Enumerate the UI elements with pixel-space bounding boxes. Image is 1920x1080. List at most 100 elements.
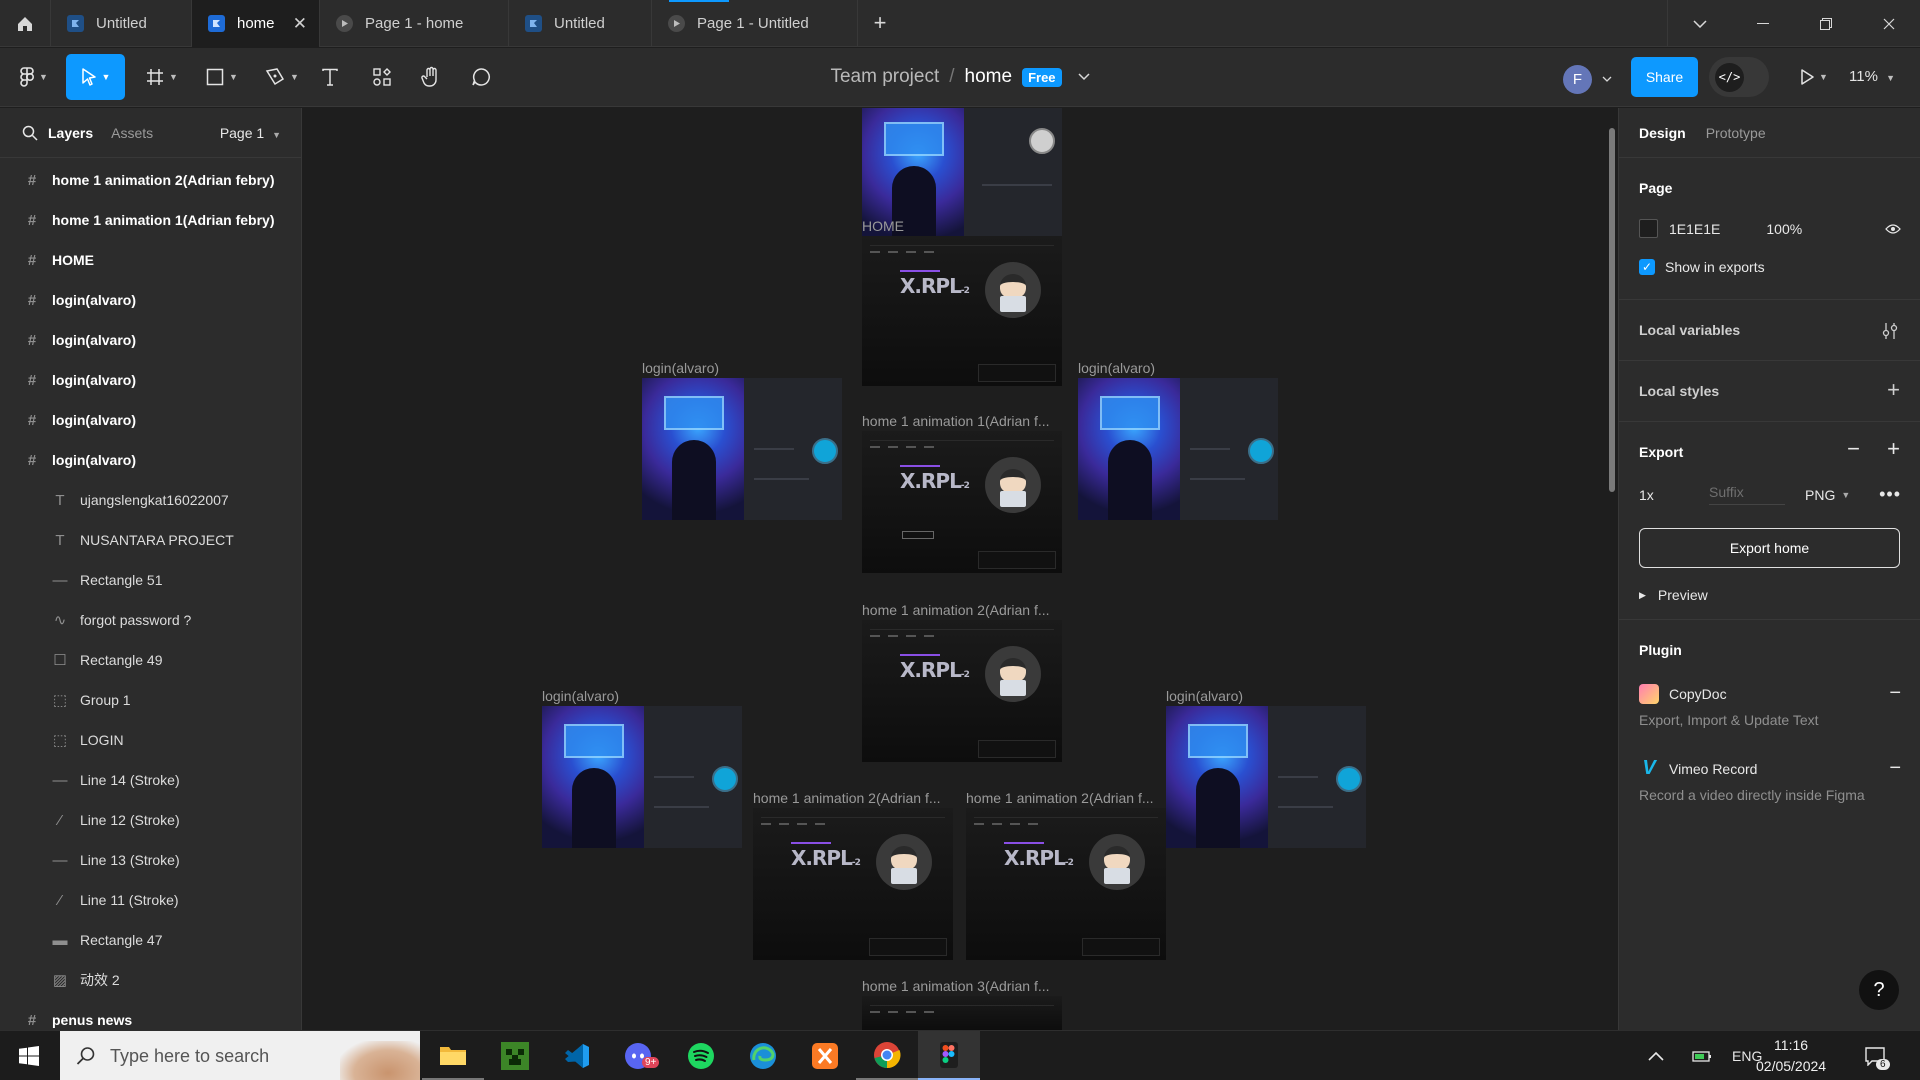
layer-item[interactable]: # home 1 animation 1(Adrian febry) bbox=[0, 200, 301, 240]
show-hidden-icons-button[interactable] bbox=[1648, 1048, 1664, 1064]
frame-home-anim-2[interactable]: X.RPL-2 bbox=[862, 620, 1062, 762]
minus-icon[interactable]: − bbox=[1847, 436, 1860, 462]
frame-tool-button[interactable]: ▼ bbox=[139, 54, 185, 100]
minimize-button[interactable] bbox=[1731, 0, 1794, 47]
taskbar-app-chrome[interactable] bbox=[856, 1031, 918, 1080]
frame-label[interactable]: login(alvaro) bbox=[542, 688, 619, 704]
layer-item[interactable]: # login(alvaro) bbox=[0, 320, 301, 360]
eye-icon[interactable] bbox=[1885, 223, 1901, 234]
taskbar-app-edge[interactable] bbox=[732, 1031, 794, 1080]
frame-home-anim-1[interactable]: X.RPL-2 bbox=[862, 431, 1062, 573]
frame-label[interactable]: home 1 animation 3(Adrian f... bbox=[862, 978, 1050, 994]
frame-label[interactable]: home 1 animation 2(Adrian f... bbox=[966, 790, 1154, 806]
page-color-hex[interactable]: 1E1E1E bbox=[1669, 221, 1720, 237]
layer-item[interactable]: # login(alvaro) bbox=[0, 280, 301, 320]
layer-item[interactable]: ⬚ LOGIN bbox=[0, 720, 301, 760]
preview-toggle[interactable]: ▶ Preview bbox=[1639, 587, 1708, 603]
system-clock[interactable]: 11:16 02/05/2024 bbox=[1756, 1035, 1826, 1077]
layer-item[interactable]: — Rectangle 51 bbox=[0, 560, 301, 600]
plugin-vimeo-record[interactable]: V Vimeo Record − bbox=[1639, 757, 1901, 780]
shape-tool-button[interactable]: ▼ bbox=[199, 54, 245, 100]
present-button[interactable]: ▼ bbox=[1794, 54, 1834, 100]
tab-page1-home[interactable]: Page 1 - home bbox=[320, 0, 509, 47]
layer-item[interactable]: — Line 13 (Stroke) bbox=[0, 840, 301, 880]
taskbar-app-file-explorer[interactable] bbox=[422, 1031, 484, 1080]
start-button[interactable] bbox=[0, 1031, 58, 1080]
plus-icon[interactable]: + bbox=[1887, 436, 1900, 462]
tab-untitled-2[interactable]: Untitled bbox=[509, 0, 729, 47]
new-tab-button[interactable]: + bbox=[858, 0, 902, 46]
search-icon[interactable] bbox=[22, 125, 38, 141]
frame-label[interactable]: home 1 animation 2(Adrian f... bbox=[862, 602, 1050, 618]
layer-item[interactable]: Tujangslengkat16022007 bbox=[0, 480, 301, 520]
restore-button[interactable] bbox=[1794, 0, 1857, 47]
help-button[interactable]: ? bbox=[1859, 970, 1899, 1010]
page-selector[interactable]: Page 1 ▼ bbox=[220, 125, 281, 141]
frame-home-anim-2-a[interactable]: X.RPL-2 bbox=[753, 808, 953, 960]
layer-item[interactable]: ⁄ Line 12 (Stroke) bbox=[0, 800, 301, 840]
tab-untitled-1[interactable]: Untitled bbox=[51, 0, 192, 47]
battery-network-icon[interactable] bbox=[1692, 1047, 1714, 1066]
frame-home[interactable]: X.RPL-2 bbox=[862, 236, 1062, 386]
frame-login-3[interactable] bbox=[542, 706, 742, 848]
text-tool-button[interactable] bbox=[318, 54, 342, 100]
plugin-copydoc[interactable]: CopyDoc − bbox=[1639, 682, 1901, 705]
local-variables-label[interactable]: Local variables bbox=[1639, 322, 1740, 338]
chevron-down-icon[interactable] bbox=[1078, 73, 1090, 81]
more-options-icon[interactable]: ••• bbox=[1879, 484, 1901, 505]
tab-design[interactable]: Design bbox=[1639, 125, 1686, 141]
layer-item[interactable]: — Line 14 (Stroke) bbox=[0, 760, 301, 800]
layer-item[interactable]: ⁄ Line 11 (Stroke) bbox=[0, 880, 301, 920]
layer-item[interactable]: # home 1 animation 2(Adrian febry) bbox=[0, 160, 301, 200]
frame-login-4[interactable] bbox=[1166, 706, 1366, 848]
export-button[interactable]: Export home bbox=[1639, 528, 1900, 568]
dev-mode-toggle[interactable]: </> bbox=[1709, 57, 1769, 97]
project-name[interactable]: Team project bbox=[830, 66, 939, 88]
taskbar-app-xampp[interactable] bbox=[794, 1031, 856, 1080]
frame-label[interactable]: home 1 animation 2(Adrian f... bbox=[753, 790, 941, 806]
export-scale[interactable]: 1x bbox=[1639, 487, 1679, 503]
home-button[interactable] bbox=[0, 0, 51, 47]
tab-page1-untitled[interactable]: Page 1 - Untitled bbox=[652, 0, 858, 47]
taskbar-app-minecraft[interactable] bbox=[484, 1031, 546, 1080]
plus-icon[interactable]: + bbox=[1887, 377, 1900, 403]
layer-item[interactable]: # login(alvaro) bbox=[0, 440, 301, 480]
taskbar-app-spotify[interactable] bbox=[670, 1031, 732, 1080]
share-button[interactable]: Share bbox=[1631, 57, 1698, 97]
export-format[interactable]: PNG bbox=[1805, 487, 1835, 503]
taskbar-app-figma[interactable] bbox=[918, 1031, 980, 1080]
hand-tool-button[interactable] bbox=[419, 54, 443, 100]
layer-item[interactable]: ▨ 动效 2 bbox=[0, 960, 301, 1000]
taskbar-app-discord[interactable]: 9+ bbox=[608, 1031, 670, 1080]
pen-tool-button[interactable]: ▼ bbox=[259, 54, 305, 100]
taskbar-app-vscode[interactable] bbox=[546, 1031, 608, 1080]
close-icon[interactable]: ✕ bbox=[279, 14, 307, 34]
frame-label[interactable]: HOME bbox=[862, 218, 904, 234]
minus-icon[interactable]: − bbox=[1889, 757, 1901, 780]
frame-label[interactable]: login(alvaro) bbox=[1166, 688, 1243, 704]
frame-login-1[interactable] bbox=[642, 378, 842, 520]
export-suffix-input[interactable]: Suffix bbox=[1709, 484, 1785, 505]
close-window-button[interactable] bbox=[1857, 0, 1920, 47]
layer-item[interactable]: T NUSANTARA PROJECT bbox=[0, 520, 301, 560]
minus-icon[interactable]: − bbox=[1889, 682, 1901, 705]
checkbox-checked-icon[interactable]: ✓ bbox=[1639, 259, 1655, 275]
layer-item[interactable]: # HOME bbox=[0, 240, 301, 280]
tab-assets[interactable]: Assets bbox=[111, 125, 153, 141]
move-tool-button[interactable]: ▼ bbox=[66, 54, 125, 100]
frame-label[interactable]: login(alvaro) bbox=[1078, 360, 1155, 376]
layer-item[interactable]: ☐ Rectangle 49 bbox=[0, 640, 301, 680]
file-name[interactable]: home bbox=[965, 66, 1013, 88]
tab-prototype[interactable]: Prototype bbox=[1706, 125, 1766, 141]
taskbar-search[interactable]: Type here to search bbox=[60, 1031, 420, 1080]
frame-home-anim-3[interactable] bbox=[862, 996, 1062, 1030]
variables-icon[interactable] bbox=[1882, 322, 1898, 340]
resources-button[interactable] bbox=[370, 54, 394, 100]
comment-tool-button[interactable] bbox=[469, 54, 493, 100]
layer-item[interactable]: ⬚ Group 1 bbox=[0, 680, 301, 720]
tabs-dropdown-button[interactable] bbox=[1668, 0, 1731, 47]
frame-login-2[interactable] bbox=[1078, 378, 1278, 520]
tab-home[interactable]: home ✕ bbox=[192, 0, 320, 47]
color-swatch[interactable] bbox=[1639, 219, 1658, 238]
layer-item[interactable]: ∿ forgot password ? bbox=[0, 600, 301, 640]
